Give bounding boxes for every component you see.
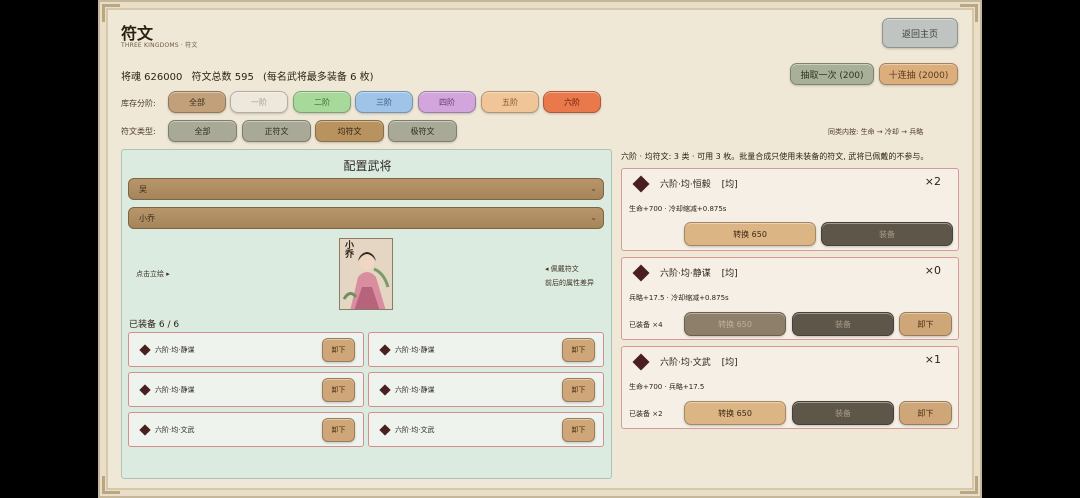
- convert-button[interactable]: 转换 650: [684, 222, 816, 246]
- slot-rune-name: 六阶·均·文武: [155, 426, 195, 434]
- unequip-button[interactable]: 卸下: [562, 418, 595, 442]
- type-positive-button[interactable]: 正符文: [242, 120, 311, 142]
- type-extreme-button[interactable]: 极符文: [388, 120, 457, 142]
- draw-once-button[interactable]: 抽取一次 (200): [790, 63, 874, 85]
- rune-name: 六阶·均·静谋: [660, 269, 711, 279]
- unequip-button[interactable]: 卸下: [562, 378, 595, 402]
- unequip-button[interactable]: 卸下: [322, 338, 355, 362]
- config-title: 配置武将: [343, 159, 392, 173]
- chevron-down-icon: ⌄: [590, 184, 597, 193]
- rune-attributes: 生命+700 · 兵略+17.5: [629, 383, 705, 391]
- tier-6-button[interactable]: 六阶: [543, 91, 601, 113]
- rune-count: ×2: [924, 175, 941, 188]
- unequip-button[interactable]: 卸下: [562, 338, 595, 362]
- rune-diamond-icon: [632, 175, 650, 193]
- convert-button[interactable]: 转换 650: [684, 401, 786, 425]
- soul-count: 将魂 626000: [121, 72, 183, 83]
- unequip-button[interactable]: 卸下: [322, 378, 355, 402]
- equipped-slot[interactable]: 六阶·均·静谋 卸下: [368, 332, 604, 367]
- tier-2-button[interactable]: 二阶: [293, 91, 351, 113]
- rune-count: ×0: [924, 264, 941, 277]
- unequip-button[interactable]: 卸下: [899, 312, 952, 336]
- rune-equipped-count: 已装备 ×2: [629, 410, 663, 418]
- tier-3-button[interactable]: 三阶: [355, 91, 413, 113]
- convert-button[interactable]: 转换 650: [684, 312, 786, 336]
- rune-attributes: 生命+700 · 冷却缩减+0.875s: [629, 205, 727, 213]
- page-subtitle: THREE KINGDOMS · 符文: [121, 42, 198, 49]
- rune-card-title: 六阶·均·文武 [均]: [660, 355, 738, 368]
- tier-1-button[interactable]: 一阶: [230, 91, 288, 113]
- unequip-button[interactable]: 卸下: [899, 401, 952, 425]
- attribute-diff-hint: ◂ 佩戴符文 前后的属性差异: [545, 262, 594, 290]
- rune-count: ×1: [924, 353, 941, 366]
- rune-diamond-icon: [632, 264, 650, 282]
- frame-corner: [960, 4, 978, 22]
- equipped-slot[interactable]: 六阶·均·静谋 卸下: [128, 332, 364, 367]
- equipped-slot[interactable]: 六阶·均·文武 卸下: [128, 412, 364, 447]
- rune-diamond-icon: [139, 344, 151, 356]
- camp-select[interactable]: 吴 ⌄: [128, 178, 604, 200]
- general-portrait[interactable]: 小乔: [339, 238, 393, 310]
- rune-card-title: 六阶·均·恒毅 [均]: [660, 177, 738, 190]
- rune-diamond-icon: [139, 384, 151, 396]
- tier-5-button[interactable]: 五阶: [481, 91, 539, 113]
- general-select-value: 小乔: [139, 213, 155, 223]
- rune-tag: [均]: [721, 269, 738, 279]
- equipped-slot[interactable]: 六阶·均·静谋 卸下: [368, 372, 604, 407]
- rune-tag: [均]: [721, 358, 738, 368]
- slot-rune-name: 六阶·均·静谋: [155, 346, 195, 354]
- portrait-caption: 小乔: [343, 240, 353, 258]
- equip-button[interactable]: 装备: [821, 222, 953, 246]
- frame-corner: [102, 4, 120, 22]
- type-balanced-button[interactable]: 均符文: [315, 120, 384, 142]
- rune-diamond-icon: [139, 424, 151, 436]
- rune-diamond-icon: [379, 424, 391, 436]
- rune-name: 六阶·均·文武: [660, 358, 711, 368]
- chevron-down-icon: ⌄: [590, 213, 597, 222]
- slot-rune-name: 六阶·均·文武: [395, 426, 435, 434]
- rune-tag: [均]: [721, 180, 738, 190]
- type-filter-label: 符文类型:: [121, 127, 156, 136]
- type-all-button[interactable]: 全部: [168, 120, 237, 142]
- tier-4-button[interactable]: 四阶: [418, 91, 476, 113]
- rune-equipped-count: 已装备 ×4: [629, 321, 663, 329]
- general-config-panel: 配置武将 吴 ⌄ 小乔 ⌄ 小乔 点击立绘 ▸ ◂ 佩戴符文 前后的属性差异 已…: [121, 149, 612, 479]
- rune-card: 六阶·均·静谋 [均] ×0 兵略+17.5 · 冷却缩减+0.875s 已装备…: [621, 257, 959, 340]
- hint-line-2: 前后的属性差异: [545, 279, 594, 287]
- camp-select-value: 吴: [139, 184, 147, 194]
- slot-rune-name: 六阶·均·静谋: [395, 346, 435, 354]
- equip-button[interactable]: 装备: [792, 312, 894, 336]
- equip-limit-note: (每名武将最多装备 6 枚): [263, 72, 374, 83]
- equipped-slot[interactable]: 六阶·均·文武 卸下: [368, 412, 604, 447]
- hint-line-1: ◂ 佩戴符文: [545, 265, 579, 273]
- rune-card-title: 六阶·均·静谋 [均]: [660, 266, 738, 279]
- equip-button[interactable]: 装备: [792, 401, 894, 425]
- slot-rune-name: 六阶·均·静谋: [395, 386, 435, 394]
- rune-card: 六阶·均·文武 [均] ×1 生命+700 · 兵略+17.5 已装备 ×2 转…: [621, 346, 959, 429]
- rune-diamond-icon: [379, 384, 391, 396]
- frame-corner: [102, 476, 120, 494]
- rune-diamond-icon: [632, 353, 650, 371]
- general-select[interactable]: 小乔 ⌄: [128, 207, 604, 229]
- equipped-slot[interactable]: 六阶·均·静谋 卸下: [128, 372, 364, 407]
- tier-all-button[interactable]: 全部: [168, 91, 226, 113]
- draw-ten-button[interactable]: 十连抽 (2000): [879, 63, 958, 85]
- tier-filter-label: 库存分阶:: [121, 99, 156, 108]
- rune-attributes: 兵略+17.5 · 冷却缩减+0.875s: [629, 294, 729, 302]
- slot-rune-name: 六阶·均·静谋: [155, 386, 195, 394]
- rune-total: 符文总数 595: [191, 72, 254, 83]
- rune-name: 六阶·均·恒毅: [660, 180, 711, 190]
- rune-diamond-icon: [379, 344, 391, 356]
- sort-order-note: 同类内按: 生命 → 冷却 → 兵略: [828, 128, 924, 136]
- unequip-button[interactable]: 卸下: [322, 418, 355, 442]
- stats-bar: 将魂 626000 符文总数 595 (每名武将最多装备 6 枚): [121, 68, 380, 83]
- rune-card: 六阶·均·恒毅 [均] ×2 生命+700 · 冷却缩减+0.875s 转换 6…: [621, 168, 959, 251]
- frame-corner: [960, 476, 978, 494]
- equipped-count: 已装备 6 / 6: [129, 320, 180, 330]
- home-button[interactable]: 返回主页: [882, 18, 958, 48]
- rune-list-description: 六阶 · 均符文: 3 类 · 可用 3 枚。批量合成只使用未装备的符文, 武将…: [621, 152, 929, 161]
- portrait-hint: 点击立绘 ▸: [136, 270, 170, 278]
